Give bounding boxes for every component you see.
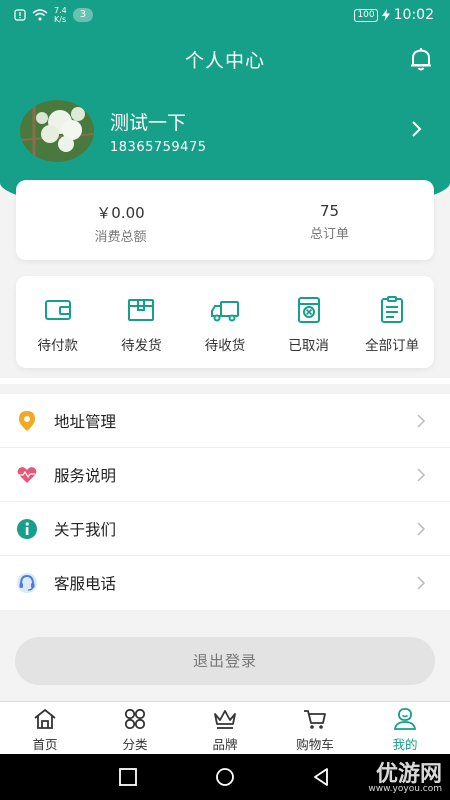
order-all[interactable]: 全部订单 xyxy=(350,276,434,368)
tab-label: 品牌 xyxy=(212,737,238,752)
tab-label: 首页 xyxy=(32,737,58,752)
order-pending-payment[interactable]: 待付款 xyxy=(16,276,100,368)
user-icon xyxy=(393,708,417,730)
order-label: 已取消 xyxy=(288,338,329,354)
cancel-icon xyxy=(297,297,320,323)
bell-icon[interactable] xyxy=(408,46,434,72)
chevron-right-icon xyxy=(417,414,426,428)
chevron-right-icon[interactable] xyxy=(410,118,424,140)
watermark: 优游网 www.yoyou.com xyxy=(368,756,442,794)
wallet-icon xyxy=(44,300,71,320)
order-label: 待发货 xyxy=(121,338,162,354)
network-speed: 7.4 K/s xyxy=(54,6,67,24)
tab-mine[interactable]: 我的 xyxy=(360,702,450,754)
stat-label: 消费总额 xyxy=(94,230,147,245)
package-icon xyxy=(128,299,155,321)
menu-label: 客服电话 xyxy=(54,575,117,593)
recent-apps-icon[interactable] xyxy=(118,767,138,787)
menu-item-hotline[interactable]: 客服电话 xyxy=(0,556,450,610)
heart-icon xyxy=(17,466,37,483)
order-label: 待收货 xyxy=(204,338,246,354)
menu-item-address[interactable]: 地址管理 xyxy=(0,394,450,448)
menu-label: 关于我们 xyxy=(54,520,117,539)
menu-item-about[interactable]: 关于我们 xyxy=(0,502,450,556)
location-icon xyxy=(19,410,35,431)
chevron-right-icon xyxy=(417,468,426,482)
cart-icon xyxy=(304,710,326,729)
stat-value: ￥0.00 xyxy=(96,204,145,222)
alert-icon xyxy=(14,9,26,21)
stat-total-orders[interactable]: 75 总订单 xyxy=(225,180,434,260)
clock: 10:02 xyxy=(393,7,434,23)
username: 测试一下 xyxy=(110,112,187,134)
chevron-right-icon xyxy=(417,522,426,536)
order-label: 待付款 xyxy=(37,338,79,354)
stat-label: 总订单 xyxy=(309,227,349,242)
truck-icon xyxy=(210,301,239,322)
tab-category[interactable]: 分类 xyxy=(90,702,180,754)
page-title: 个人中心 xyxy=(184,50,265,72)
bottom-tab-bar: 首页 分类 品牌 购物车 我的 xyxy=(0,701,450,754)
tab-brand[interactable]: 品牌 xyxy=(180,702,270,754)
orders-card: 待付款 待发货 待收货 已取消 全部订单 xyxy=(16,276,434,368)
home-icon xyxy=(34,708,56,729)
crown-icon xyxy=(214,710,236,729)
tab-label: 我的 xyxy=(392,737,418,752)
phone-number: 18365759475 xyxy=(110,140,207,155)
stats-card: ￥0.00 消费总额 75 总订单 xyxy=(16,180,434,260)
tab-label: 购物车 xyxy=(296,737,334,752)
headset-icon xyxy=(17,573,37,593)
menu-item-service[interactable]: 服务说明 xyxy=(0,448,450,502)
order-pending-shipment[interactable]: 待发货 xyxy=(100,276,184,368)
divider xyxy=(0,378,450,384)
order-label: 全部订单 xyxy=(365,338,420,354)
logout-button[interactable]: 退出登录 xyxy=(15,637,435,685)
tab-home[interactable]: 首页 xyxy=(0,702,90,754)
avatar[interactable] xyxy=(20,100,94,162)
back-icon[interactable] xyxy=(311,767,331,787)
tab-label: 分类 xyxy=(122,737,148,752)
battery-icon: 100 xyxy=(354,8,378,22)
grid-icon xyxy=(124,708,146,730)
settings-menu: 地址管理 服务说明 关于我们 客服电话 xyxy=(0,394,450,610)
notification-count-badge: 3 xyxy=(72,8,94,22)
home-button-icon[interactable] xyxy=(215,767,235,787)
status-bar: 7.4 K/s 3 100 10:02 xyxy=(0,0,450,32)
tab-cart[interactable]: 购物车 xyxy=(270,702,360,754)
info-icon xyxy=(17,518,37,539)
menu-label: 服务说明 xyxy=(54,466,117,485)
stat-total-spent[interactable]: ￥0.00 消费总额 xyxy=(16,180,225,260)
chevron-right-icon xyxy=(417,576,426,590)
order-pending-receipt[interactable]: 待收货 xyxy=(183,276,267,368)
charging-icon xyxy=(381,9,390,21)
stat-value: 75 xyxy=(319,202,340,220)
menu-label: 地址管理 xyxy=(54,412,117,431)
order-cancelled[interactable]: 已取消 xyxy=(267,276,351,368)
watermark-sub: www.yoyou.com xyxy=(368,784,442,794)
clipboard-icon xyxy=(381,296,404,323)
wifi-icon xyxy=(32,9,48,21)
